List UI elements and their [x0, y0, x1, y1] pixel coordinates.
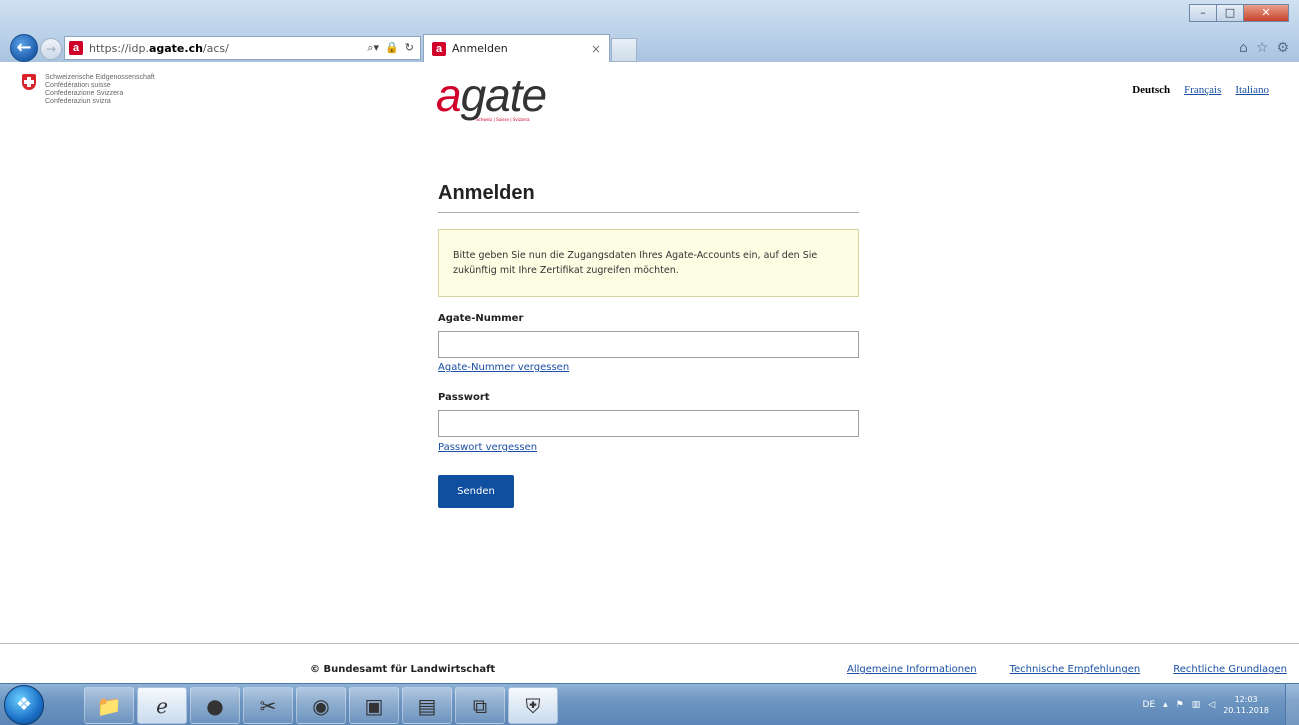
title-divider: [438, 212, 859, 213]
internet-explorer-icon[interactable]: ℯ: [137, 687, 187, 724]
snipping-tool-icon[interactable]: ✂: [243, 687, 293, 724]
forgot-password-link[interactable]: Passwort vergessen: [438, 442, 537, 453]
window-controls: – □ ✕: [1189, 4, 1289, 22]
footer-link-general-info[interactable]: Allgemeine Informationen: [847, 664, 977, 675]
firefox-icon[interactable]: ●: [190, 687, 240, 724]
remote-desktop-icon[interactable]: ▣: [349, 687, 399, 724]
info-message: Bitte geben Sie nun die Zugangsdaten Ihr…: [438, 229, 859, 297]
show-desktop-button[interactable]: [1285, 684, 1299, 725]
security-shield-icon[interactable]: ⛨: [508, 687, 558, 724]
tab-title: Anmelden: [452, 42, 508, 55]
address-bar[interactable]: a https://idp.agate.ch/acs/ ⌕▾ 🔒 ↻: [64, 36, 421, 60]
copyright-text: © Bundesamt für Landwirtschaft: [310, 664, 496, 675]
forgot-agate-number-link[interactable]: Agate-Nummer vergessen: [438, 362, 569, 373]
volume-icon[interactable]: ◁: [1208, 700, 1215, 710]
search-icon[interactable]: ⌕▾: [367, 41, 379, 55]
confederation-logo: Schweizerische Eidgenossenschaft Confédé…: [22, 74, 155, 106]
agate-number-label: Agate-Nummer: [438, 313, 524, 324]
url-text: https://idp.agate.ch/acs/: [89, 41, 229, 55]
favorites-star-icon[interactable]: ☆: [1256, 40, 1269, 56]
document-app-icon[interactable]: ▤: [402, 687, 452, 724]
password-input[interactable]: [438, 410, 859, 437]
site-favicon-icon: a: [69, 41, 83, 55]
chrome-icon[interactable]: ◉: [296, 687, 346, 724]
refresh-icon[interactable]: ↻: [405, 41, 414, 55]
file-explorer-icon[interactable]: 📁: [84, 687, 134, 724]
settings-gear-icon[interactable]: ⚙: [1276, 40, 1289, 56]
confederation-text: Schweizerische Eidgenossenschaft Confédé…: [45, 74, 155, 105]
input-language[interactable]: DE: [1143, 700, 1156, 710]
language-switcher: Deutsch Français Italiano: [1132, 84, 1269, 96]
minimize-button[interactable]: –: [1189, 4, 1216, 22]
agate-number-input[interactable]: [438, 331, 859, 358]
logo-tagline: Schweiz | Suisse | Svizzera: [476, 117, 530, 122]
page-title: Anmelden: [438, 182, 535, 204]
maximize-button[interactable]: □: [1216, 4, 1243, 22]
browser-toolbar: – □ ✕ ← → a https://idp.agate.ch/acs/ ⌕▾…: [0, 0, 1299, 62]
tab-favicon-icon: a: [432, 41, 446, 56]
footer-divider: [0, 643, 1299, 644]
tray-flag-icon[interactable]: ⚑: [1176, 700, 1184, 710]
back-arrow-icon[interactable]: ←: [10, 34, 38, 62]
windows-taskbar: ❖ 📁 ℯ ● ✂ ◉ ▣ ▤ ⧉ ⛨ DE ▴ ⚑ ▥ ◁ 12:03 20.…: [0, 683, 1299, 725]
password-label: Passwort: [438, 392, 490, 403]
network-icon[interactable]: ▥: [1192, 700, 1201, 710]
system-tray: DE ▴ ⚑ ▥ ◁ 12:03 20.11.2018: [1143, 684, 1269, 725]
lang-italiano[interactable]: Italiano: [1235, 84, 1269, 96]
network-app-icon[interactable]: ⧉: [455, 687, 505, 724]
start-button-icon[interactable]: ❖: [4, 685, 44, 725]
address-tools: ⌕▾ 🔒 ↻: [367, 41, 420, 55]
submit-button[interactable]: Senden: [438, 475, 514, 508]
tray-arrow-icon[interactable]: ▴: [1163, 700, 1168, 710]
agate-logo: agate Schweiz | Suisse | Svizzera: [436, 69, 547, 122]
tab-close-icon[interactable]: ×: [591, 42, 601, 56]
clock[interactable]: 12:03 20.11.2018: [1223, 694, 1269, 716]
lang-francais[interactable]: Français: [1184, 84, 1221, 96]
swiss-shield-icon: [22, 74, 36, 90]
new-tab-button[interactable]: [611, 38, 637, 62]
lang-deutsch: Deutsch: [1132, 84, 1171, 96]
browser-tools: ⌂ ☆ ⚙: [1239, 40, 1289, 56]
footer-link-legal[interactable]: Rechtliche Grundlagen: [1173, 664, 1287, 675]
lock-icon[interactable]: 🔒: [385, 41, 399, 55]
footer-links: Allgemeine Informationen Technische Empf…: [847, 664, 1287, 675]
close-window-button[interactable]: ✕: [1243, 4, 1289, 22]
tab-anmelden[interactable]: a Anmelden ×: [423, 34, 610, 62]
home-icon[interactable]: ⌂: [1239, 40, 1248, 56]
forward-arrow-icon[interactable]: →: [40, 38, 62, 60]
footer-link-technical-recommendations[interactable]: Technische Empfehlungen: [1010, 664, 1141, 675]
